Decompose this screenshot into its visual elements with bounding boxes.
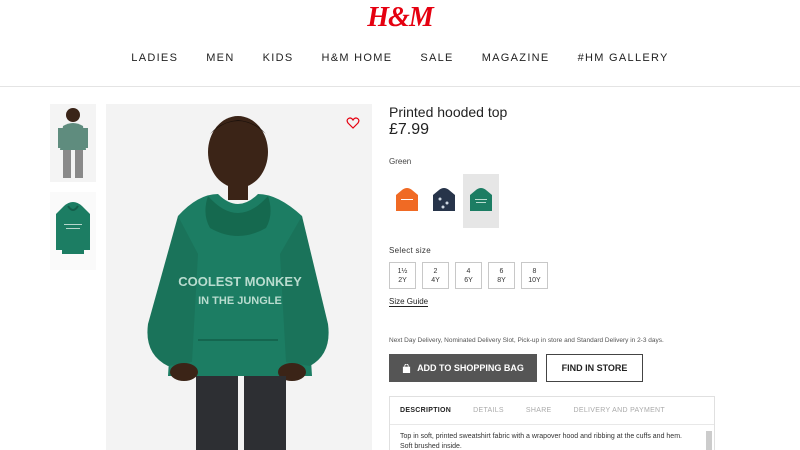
description-text: Top in soft, printed sweatshirt fabric w… <box>400 433 682 450</box>
hoodie-print-line2: IN THE JUNGLE <box>198 295 282 307</box>
delivery-info: Next Day Delivery, Nominated Delivery Sl… <box>389 337 664 344</box>
size-option[interactable]: 1½ 2Y <box>389 262 416 289</box>
size-option[interactable]: 6 8Y <box>488 262 515 289</box>
find-in-store-button[interactable]: FIND IN STORE <box>546 354 643 382</box>
product-price: £7.99 <box>389 121 430 138</box>
product-title: Printed hooded top <box>389 104 508 120</box>
color-swatches <box>389 174 499 228</box>
shopping-bag-icon <box>402 363 411 373</box>
thumbnail-garment[interactable] <box>50 192 96 270</box>
select-size-label: Select size <box>389 246 431 255</box>
size-top: 4 <box>466 268 471 275</box>
nav-sale[interactable]: SALE <box>420 52 453 64</box>
size-option[interactable]: 4 6Y <box>455 262 482 289</box>
hm-logo[interactable]: H&M <box>0 2 800 34</box>
size-top: 8 <box>532 268 537 275</box>
hoodie-print-line1: COOLEST MONKEY <box>178 274 302 289</box>
nav-hm-home[interactable]: H&M HOME <box>321 52 392 64</box>
size-top: 2 <box>433 268 438 275</box>
tab-description[interactable]: DESCRIPTION <box>400 407 451 414</box>
product-main-image[interactable]: COOLEST MONKEY IN THE JUNGLE <box>106 104 372 450</box>
nav-ladies[interactable]: LADIES <box>131 52 178 64</box>
tab-delivery-payment[interactable]: DELIVERY AND PAYMENT <box>574 407 665 414</box>
size-bottom: 10Y <box>528 277 541 284</box>
swatch-green-selected[interactable] <box>463 174 499 228</box>
add-to-bag-button[interactable]: ADD TO SHOPPING BAG <box>389 354 537 382</box>
size-bottom: 2Y <box>398 277 407 284</box>
add-to-bag-label: ADD TO SHOPPING BAG <box>417 363 524 373</box>
nav-hm-gallery[interactable]: #HM GALLERY <box>578 52 669 64</box>
size-guide-link[interactable]: Size Guide <box>389 297 429 307</box>
thumbnail-model[interactable] <box>50 104 96 182</box>
description-scrollbar[interactable] <box>706 431 712 450</box>
tab-share[interactable]: SHARE <box>526 407 552 414</box>
size-top: 1½ <box>397 268 408 275</box>
nav-magazine[interactable]: MAGAZINE <box>482 52 550 64</box>
selected-color-label: Green <box>389 157 412 166</box>
size-bottom: 6Y <box>464 277 473 284</box>
product-info-tabs: DESCRIPTION DETAILS SHARE DELIVERY AND P… <box>389 396 715 450</box>
size-option[interactable]: 2 4Y <box>422 262 449 289</box>
size-option[interactable]: 8 10Y <box>521 262 548 289</box>
size-options: 1½ 2Y 2 4Y 4 6Y 6 8Y 8 10Y <box>389 262 548 289</box>
size-bottom: 8Y <box>497 277 506 284</box>
swatch-navy[interactable] <box>426 174 462 228</box>
size-top: 6 <box>499 268 504 275</box>
header-divider <box>0 86 800 87</box>
heart-icon[interactable] <box>346 116 360 130</box>
nav-kids[interactable]: KIDS <box>263 52 294 64</box>
main-nav: LADIES MEN KIDS H&M HOME SALE MAGAZINE #… <box>0 52 800 64</box>
swatch-orange[interactable] <box>389 174 425 228</box>
nav-men[interactable]: MEN <box>206 52 234 64</box>
tab-details[interactable]: DETAILS <box>473 407 504 414</box>
size-bottom: 4Y <box>431 277 440 284</box>
